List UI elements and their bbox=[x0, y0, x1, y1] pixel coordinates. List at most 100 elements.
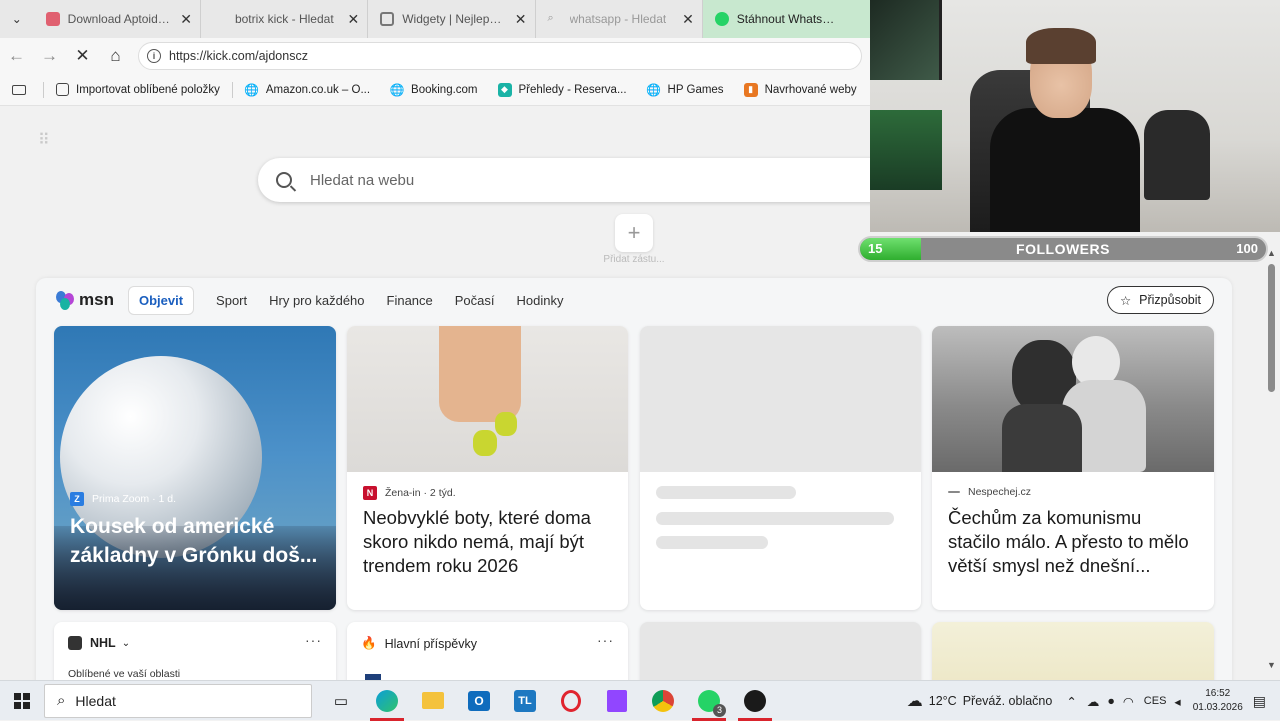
browser-tab[interactable]: ⌕ whatsapp - Hledat ✕ bbox=[536, 0, 703, 38]
add-shortcut-button[interactable]: + bbox=[615, 214, 653, 252]
file-explorer-icon[interactable] bbox=[410, 681, 456, 721]
tab-actions-menu-icon[interactable]: ⌄ bbox=[0, 0, 34, 38]
whatsapp-icon[interactable]: 3 bbox=[686, 681, 732, 721]
nhl-widget[interactable]: NHL ⌄ ··· Oblíbené ve vaší oblasti bbox=[54, 622, 336, 680]
weather-desc[interactable]: Převáž. oblačno bbox=[963, 694, 1053, 708]
favorite-label: Amazon.co.uk – O... bbox=[265, 83, 371, 96]
scrollbar-thumb[interactable] bbox=[1268, 264, 1275, 392]
loading-skeleton bbox=[656, 512, 894, 525]
app-launcher-icon[interactable]: ⠿ bbox=[38, 130, 50, 150]
tab-close-icon[interactable]: ✕ bbox=[180, 11, 192, 28]
site-info-icon[interactable]: i bbox=[147, 49, 161, 63]
volume-icon[interactable]: ◂ bbox=[1174, 694, 1180, 709]
news-card[interactable]: N Žena-in · 2 týd. Neobvyklé boty, které… bbox=[347, 326, 628, 610]
navigation-bar: ← → ✕ ⌂ i https://kick.com/ajdonscz bbox=[0, 38, 870, 74]
msn-tab-sport[interactable]: Sport bbox=[216, 293, 247, 308]
taskbar-search[interactable]: ⌕ Hledat bbox=[44, 683, 312, 718]
image-placeholder bbox=[640, 326, 921, 472]
browser-tab[interactable]: Widgety | Nejlepší softw ✕ bbox=[368, 0, 536, 38]
scroll-up-icon[interactable]: ▲ bbox=[1267, 248, 1276, 258]
tab-close-icon[interactable]: ✕ bbox=[682, 11, 694, 28]
shoes-image bbox=[347, 326, 628, 472]
recording-app-icon[interactable] bbox=[732, 681, 778, 721]
wifi-icon[interactable]: ◠ bbox=[1123, 694, 1134, 709]
favorites-bar: Importovat oblíbené položky 🌐 Amazon.co.… bbox=[0, 74, 870, 106]
suggested-icon: ▮ bbox=[743, 82, 758, 97]
home-icon[interactable]: ⌂ bbox=[99, 38, 132, 74]
msn-tab-watches[interactable]: Hodinky bbox=[517, 293, 564, 308]
notifications-icon[interactable]: ▤ bbox=[1253, 693, 1266, 710]
msn-tab-finance[interactable]: Finance bbox=[387, 293, 433, 308]
browser-tab[interactable]: botrix kick - Hledat ✕ bbox=[201, 0, 369, 38]
reservation-icon: ◆ bbox=[497, 82, 512, 97]
favorite-hp-games[interactable]: 🌐 HP Games bbox=[637, 83, 734, 97]
browser-tab-active[interactable]: Stáhnout WhatsApp bbox=[702, 0, 871, 38]
opera-icon[interactable] bbox=[548, 681, 594, 721]
chrome-icon[interactable] bbox=[640, 681, 686, 721]
tab-close-icon[interactable]: ✕ bbox=[348, 11, 360, 28]
msn-tab-discover[interactable]: Objevit bbox=[127, 285, 195, 315]
web-search-box[interactable]: Hledat na webu bbox=[258, 158, 898, 202]
news-card[interactable] bbox=[932, 622, 1214, 680]
divider bbox=[43, 81, 44, 98]
search-icon bbox=[276, 172, 292, 188]
clock[interactable]: 16:52 01.03.2026 bbox=[1193, 687, 1243, 715]
star-settings-icon: ☆ bbox=[1119, 293, 1132, 308]
globe-icon: 🌐 bbox=[244, 82, 260, 97]
favorite-amazon[interactable]: 🌐 Amazon.co.uk – O... bbox=[235, 83, 380, 97]
more-options-icon[interactable]: ··· bbox=[305, 632, 322, 648]
stop-loading-icon[interactable]: ✕ bbox=[66, 38, 99, 74]
favorite-suggested[interactable]: ▮ Navrhované weby bbox=[734, 82, 867, 97]
personalize-button[interactable]: ☆ Přizpůsobit bbox=[1106, 286, 1214, 314]
msn-logo[interactable]: msn bbox=[56, 290, 114, 310]
scroll-down-icon[interactable]: ▼ bbox=[1267, 660, 1276, 670]
webcam-overlay bbox=[870, 0, 1280, 232]
msn-tab-games[interactable]: Hry pro každého bbox=[269, 293, 364, 308]
nhl-header[interactable]: NHL ⌄ bbox=[68, 636, 130, 650]
browser-tab[interactable]: Download Aptoide | Ap ✕ bbox=[34, 0, 201, 38]
tab-close-icon[interactable]: ✕ bbox=[515, 11, 527, 28]
task-view-icon[interactable]: ▭ bbox=[318, 681, 364, 721]
more-options-icon[interactable]: ··· bbox=[597, 632, 614, 648]
search-icon: ⌕ bbox=[57, 692, 66, 709]
whatsapp-favicon-icon bbox=[714, 12, 729, 26]
card-title: Kousek od americké základny v Grónku doš… bbox=[70, 515, 318, 567]
search-placeholder: Hledat na webu bbox=[310, 171, 415, 189]
card-source: Z Prima Zoom · 1 d. bbox=[70, 492, 176, 506]
outlook-icon[interactable]: O bbox=[456, 681, 502, 721]
weather-temp[interactable]: 12°C bbox=[929, 694, 957, 708]
favorite-label: HP Games bbox=[667, 83, 724, 96]
show-hidden-icons-icon[interactable]: ⌃ bbox=[1066, 694, 1076, 709]
microphone-icon[interactable]: ● bbox=[1107, 694, 1115, 708]
msn-header: msn Objevit Sport Hry pro každého Financ… bbox=[36, 278, 1232, 322]
news-card[interactable]: Nespechej.cz Čechům za komunismu stačilo… bbox=[932, 326, 1214, 610]
news-card-hero[interactable]: Z Prima Zoom · 1 d. Kousek od americké z… bbox=[54, 326, 336, 610]
flame-icon: 🔥 bbox=[361, 636, 377, 650]
card-title: Čechům za komunismu stačilo málo. A přes… bbox=[948, 507, 1189, 576]
search-favicon-icon: ⌕ bbox=[547, 12, 554, 24]
favorites-toggle-icon[interactable] bbox=[0, 84, 41, 95]
windows-start-icon[interactable] bbox=[0, 681, 44, 721]
twitch-icon[interactable] bbox=[594, 681, 640, 721]
forward-icon[interactable]: → bbox=[33, 38, 66, 74]
language-indicator[interactable]: CES bbox=[1144, 695, 1167, 707]
globe-icon: 🌐 bbox=[646, 82, 662, 97]
tab-label: botrix kick - Hledat bbox=[234, 12, 334, 26]
nespechej-logo-icon bbox=[948, 491, 960, 493]
favorite-booking[interactable]: 🌐 Booking.com bbox=[380, 83, 487, 97]
url-text: https://kick.com/ajdonscz bbox=[169, 49, 308, 63]
windows-taskbar: ⌕ Hledat ▭ O TL 3 ☁ 12°C Převáž. oblačno… bbox=[0, 680, 1280, 721]
favorite-label: Booking.com bbox=[411, 83, 478, 96]
weather-cloud-icon[interactable]: ☁ bbox=[907, 691, 923, 711]
page-scrollbar[interactable]: ▲ ▼ bbox=[1266, 232, 1278, 678]
address-bar[interactable]: i https://kick.com/ajdonscz bbox=[138, 42, 862, 70]
back-icon[interactable]: ← bbox=[0, 38, 33, 74]
top-posts-widget[interactable]: 🔥 Hlavní příspěvky ··· bbox=[347, 622, 628, 680]
favorite-import[interactable]: Importovat oblíbené položky bbox=[46, 83, 230, 96]
favorite-reservation[interactable]: ◆ Přehledy - Reserva... bbox=[488, 82, 637, 97]
msn-tab-weather[interactable]: Počasí bbox=[455, 293, 495, 308]
onedrive-icon[interactable]: ☁ bbox=[1087, 694, 1100, 709]
tl-app-icon[interactable]: TL bbox=[502, 681, 548, 721]
edge-browser-icon[interactable] bbox=[364, 681, 410, 721]
news-card-loading bbox=[640, 326, 921, 610]
